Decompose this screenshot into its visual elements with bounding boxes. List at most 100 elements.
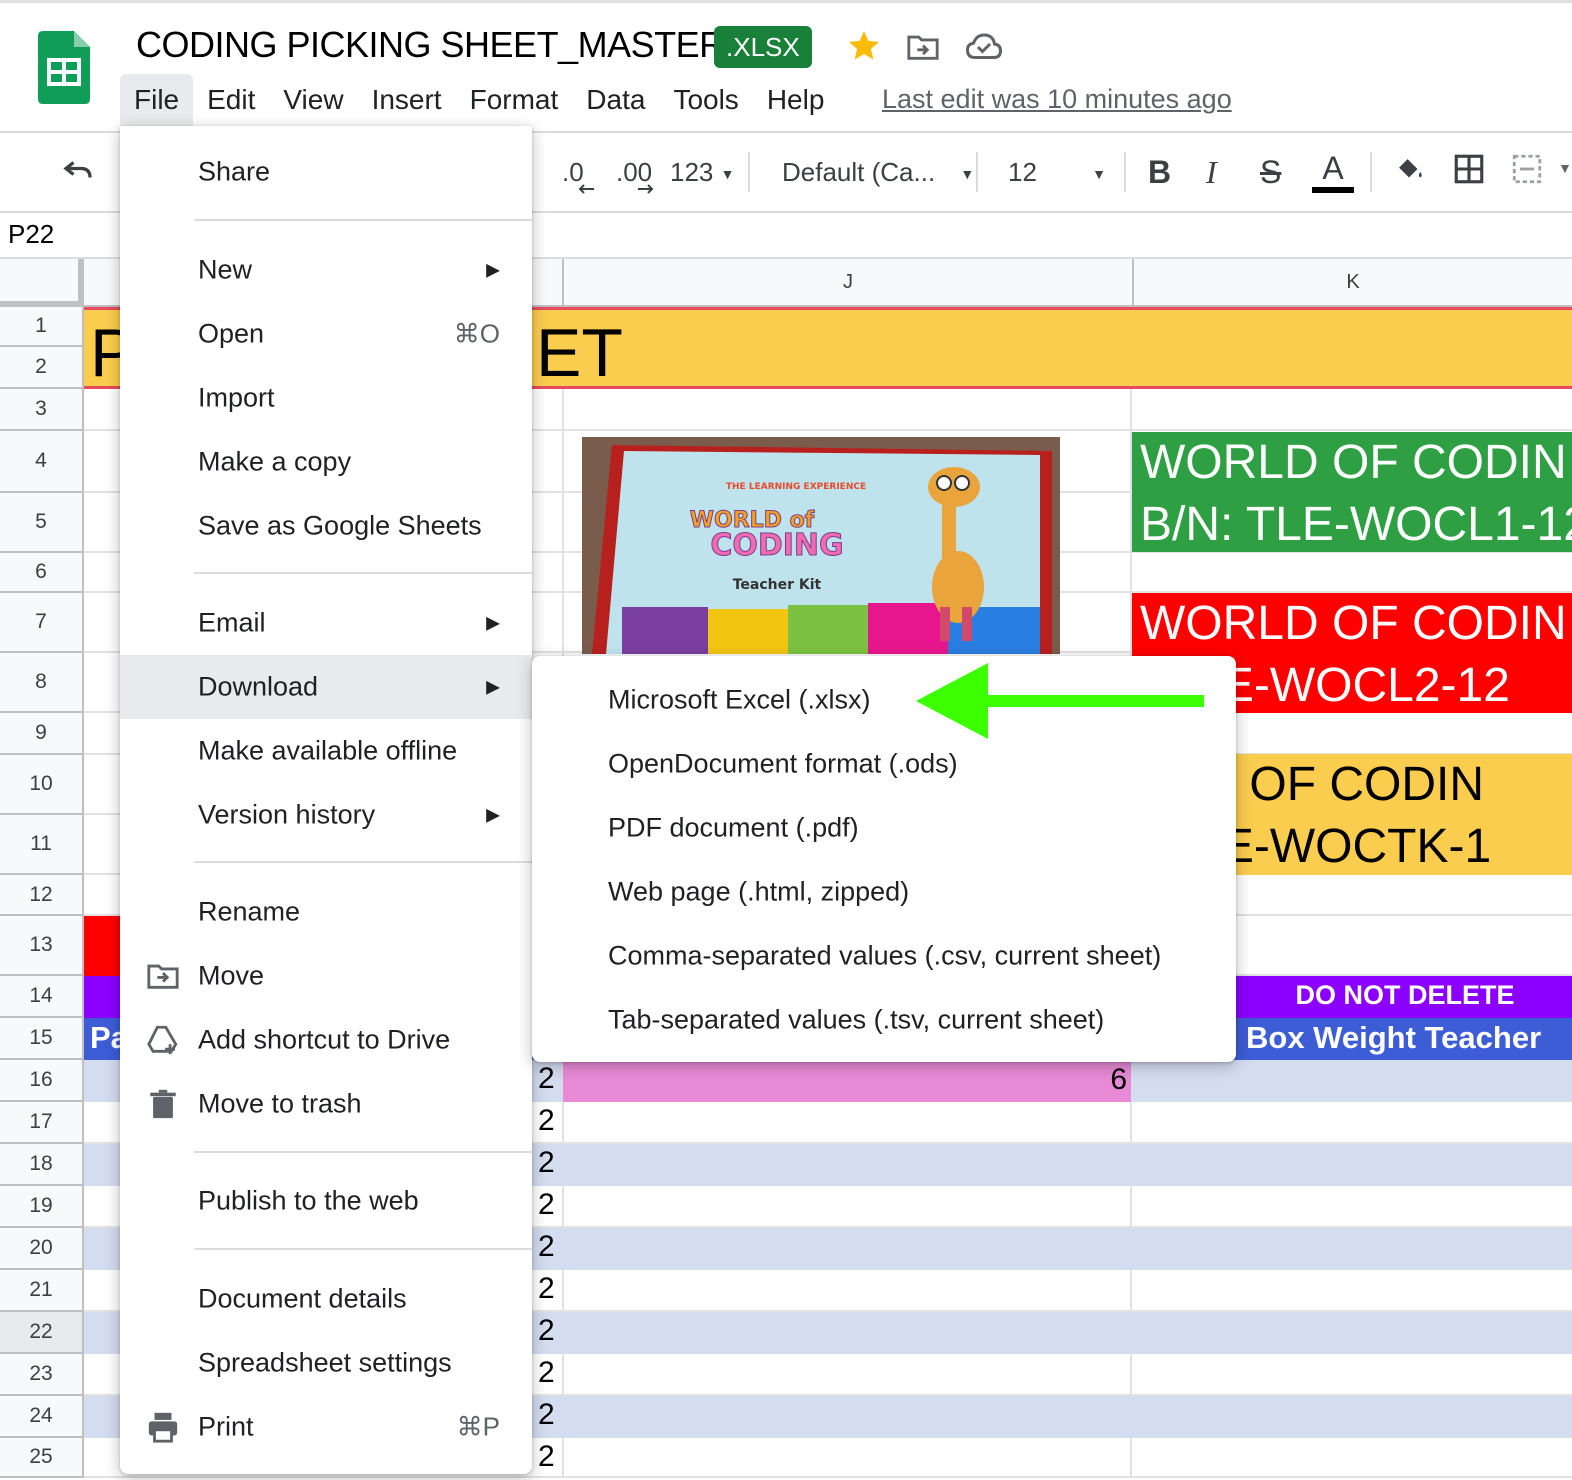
document-title[interactable]: CODING PICKING SHEET_MASTER	[136, 24, 725, 66]
move-folder-icon[interactable]	[906, 32, 940, 67]
menu-item-label: Save as Google Sheets	[198, 510, 482, 541]
text-color-button[interactable]: A	[1312, 150, 1354, 193]
row-header[interactable]: 15	[0, 1018, 84, 1060]
file-menu-offline[interactable]: Make available offline	[120, 719, 532, 783]
more-formats-dropdown[interactable]: 123 ▼	[670, 157, 734, 188]
row-header[interactable]: 1	[0, 307, 84, 347]
quantity-cell[interactable]: 2	[538, 1440, 562, 1474]
download-html[interactable]: Web page (.html, zipped)	[532, 860, 1236, 924]
download-tsv[interactable]: Tab-separated values (.tsv, current shee…	[532, 988, 1236, 1052]
decrease-decimal-button[interactable]: .0	[562, 157, 594, 194]
file-menu-email[interactable]: Email ▶	[120, 591, 532, 655]
row-header[interactable]: 3	[0, 389, 84, 431]
column-header-j[interactable]: J	[562, 259, 1132, 307]
row-header[interactable]: 13	[0, 916, 84, 976]
menu-edit[interactable]: Edit	[193, 74, 269, 126]
sheets-logo-icon[interactable]	[38, 31, 90, 104]
trash-icon	[146, 1087, 180, 1121]
row-header[interactable]: 10	[0, 755, 84, 815]
row-header[interactable]: 19	[0, 1186, 84, 1228]
file-menu-publish[interactable]: Publish to the web	[120, 1169, 532, 1233]
file-menu-trash[interactable]: Move to trash	[120, 1072, 532, 1136]
file-menu-make-copy[interactable]: Make a copy	[120, 430, 532, 494]
name-box[interactable]: P22	[8, 219, 54, 250]
file-menu-rename[interactable]: Rename	[120, 880, 532, 944]
quantity-cell[interactable]: 2	[538, 1062, 562, 1096]
row-header[interactable]: 20	[0, 1228, 84, 1270]
menu-view[interactable]: View	[269, 74, 357, 126]
toolbar-overflow-icon[interactable]: ▼	[1558, 160, 1572, 176]
file-menu-save-as-sheets[interactable]: Save as Google Sheets	[120, 494, 532, 558]
file-menu-download[interactable]: Download ▶	[120, 655, 532, 719]
row-header[interactable]: 5	[0, 493, 84, 553]
italic-button[interactable]: I	[1206, 154, 1217, 191]
file-menu-spreadsheet-settings[interactable]: Spreadsheet settings	[120, 1331, 532, 1395]
quantity-cell[interactable]: 2	[538, 1272, 562, 1306]
row-header[interactable]: 21	[0, 1270, 84, 1312]
font-family-dropdown[interactable]: Default (Ca... ▼	[782, 157, 974, 188]
row-header[interactable]: 14	[0, 976, 84, 1018]
file-menu-move[interactable]: Move	[120, 944, 532, 1008]
bold-button[interactable]: B	[1148, 154, 1171, 191]
increase-decimal-button[interactable]: .00	[616, 157, 654, 194]
merge-cells-icon[interactable]	[1510, 152, 1544, 193]
download-csv[interactable]: Comma-separated values (.csv, current sh…	[532, 924, 1236, 988]
file-menu-version-history[interactable]: Version history ▶	[120, 783, 532, 847]
row-header[interactable]: 6	[0, 553, 84, 593]
quantity-cell[interactable]: 2	[538, 1398, 562, 1432]
submenu-arrow-icon: ▶	[486, 259, 500, 280]
last-edit-link[interactable]: Last edit was 10 minutes ago	[882, 84, 1232, 115]
row-header[interactable]: 9	[0, 713, 84, 755]
row-header[interactable]: 17	[0, 1102, 84, 1144]
font-size-dropdown[interactable]: 12 ▼	[1008, 157, 1106, 188]
menu-file[interactable]: File	[120, 74, 194, 126]
row-header[interactable]: 16	[0, 1060, 84, 1102]
column-header-k[interactable]: K	[1132, 259, 1572, 307]
undo-icon[interactable]	[60, 152, 96, 195]
row-header[interactable]: 7	[0, 593, 84, 653]
file-menu-new[interactable]: New ▶	[120, 238, 532, 302]
menu-item-label: Spreadsheet settings	[198, 1347, 452, 1378]
row-header[interactable]: 22	[0, 1312, 84, 1354]
borders-icon[interactable]	[1452, 152, 1486, 193]
menu-insert[interactable]: Insert	[358, 74, 456, 126]
quantity-cell[interactable]: 2	[538, 1104, 562, 1138]
menu-tools[interactable]: Tools	[659, 74, 752, 126]
menu-help[interactable]: Help	[753, 74, 839, 126]
row-header[interactable]: 12	[0, 875, 84, 916]
file-menu-document-details[interactable]: Document details	[120, 1267, 532, 1331]
row-header[interactable]: 4	[0, 431, 84, 493]
toolbar-divider	[976, 152, 978, 192]
row-header[interactable]: 11	[0, 815, 84, 875]
menu-item-label: Tab-separated values (.tsv, current shee…	[608, 1004, 1105, 1035]
file-menu-import[interactable]: Import	[120, 366, 532, 430]
strikethrough-button[interactable]: S	[1260, 154, 1281, 191]
select-all-corner[interactable]	[0, 259, 84, 307]
menu-format[interactable]: Format	[456, 74, 573, 126]
quantity-cell[interactable]: 2	[538, 1188, 562, 1222]
file-menu-share[interactable]: Share	[120, 140, 532, 204]
row-header[interactable]: 24	[0, 1396, 84, 1438]
row-header[interactable]: 25	[0, 1438, 84, 1478]
product-image[interactable]: THE LEARNING EXPERIENCE WORLD of CODING …	[582, 437, 1060, 654]
row-header[interactable]: 2	[0, 347, 84, 389]
fill-color-icon[interactable]	[1392, 152, 1426, 193]
print-icon	[146, 1410, 180, 1444]
menu-data[interactable]: Data	[572, 74, 659, 126]
quantity-cell[interactable]: 2	[538, 1230, 562, 1264]
quantity-cell[interactable]: 2	[538, 1314, 562, 1348]
red-cell[interactable]	[84, 916, 120, 976]
cloud-saved-icon[interactable]	[965, 32, 1003, 67]
row-header[interactable]: 8	[0, 653, 84, 713]
quantity-cell[interactable]: 2	[538, 1146, 562, 1180]
file-menu-open[interactable]: Open ⌘O	[120, 302, 532, 366]
file-menu-add-shortcut[interactable]: Add shortcut to Drive	[120, 1008, 532, 1072]
shortcut-hint: ⌘P	[456, 1411, 500, 1442]
download-pdf[interactable]: PDF document (.pdf)	[532, 796, 1236, 860]
quantity-cell[interactable]: 2	[538, 1356, 562, 1390]
star-icon[interactable]	[846, 28, 882, 69]
file-menu-print[interactable]: Print ⌘P	[120, 1395, 532, 1459]
row-header[interactable]: 18	[0, 1144, 84, 1186]
row-header[interactable]: 23	[0, 1354, 84, 1396]
menu-item-label: Make available offline	[198, 735, 458, 766]
